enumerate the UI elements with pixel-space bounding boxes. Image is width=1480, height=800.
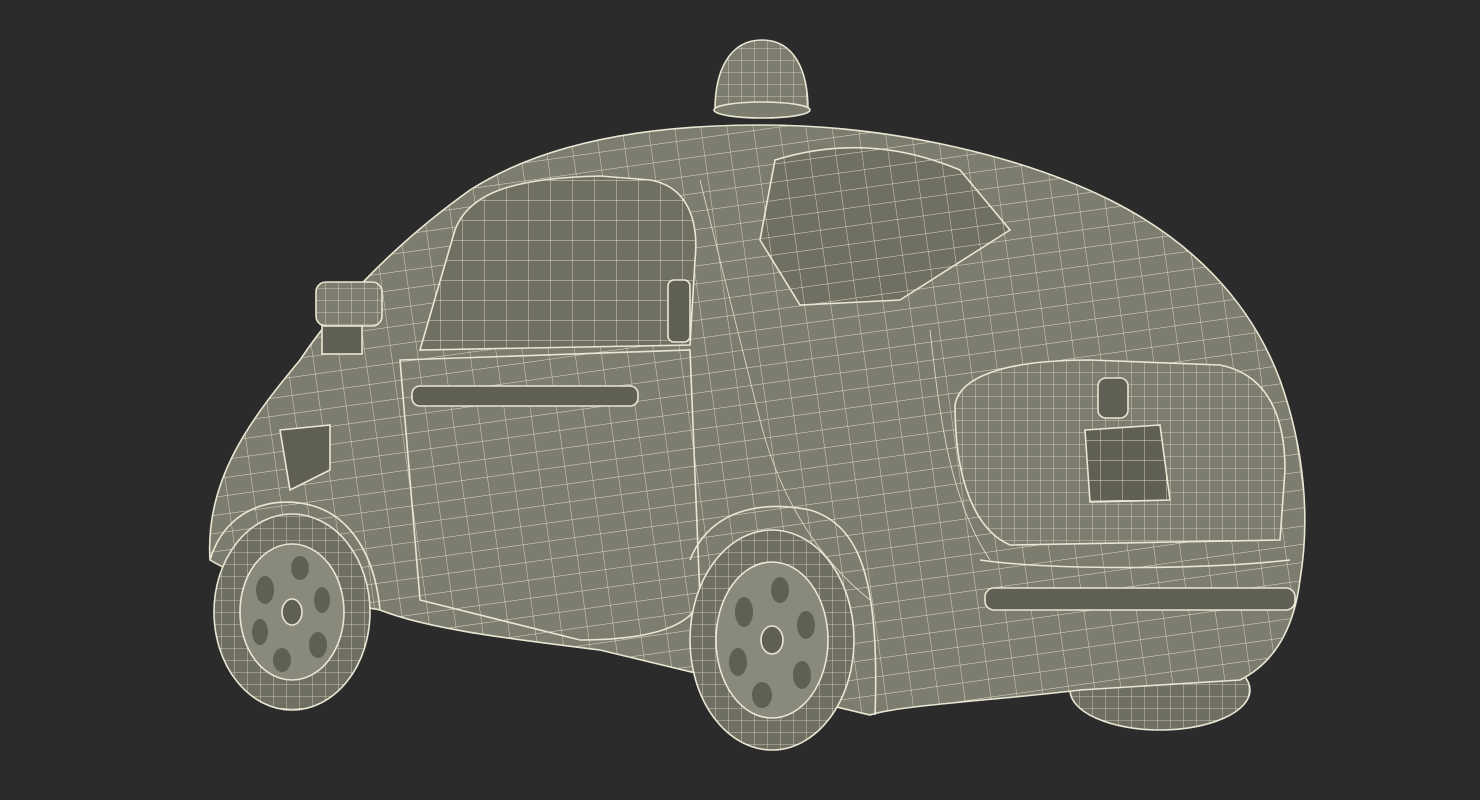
- side-trim-strip: [411, 385, 639, 407]
- rear-camera: [1097, 377, 1129, 419]
- car-wireframe-render: [208, 39, 1306, 751]
- license-plate-recess: [1084, 424, 1171, 503]
- rear-wheel: [689, 529, 855, 751]
- front-wheel: [213, 513, 371, 711]
- roof-sensor-dome: [713, 39, 811, 119]
- rear-light-strip: [984, 587, 1296, 611]
- render-viewport: [0, 0, 1480, 800]
- door-handle: [667, 279, 691, 343]
